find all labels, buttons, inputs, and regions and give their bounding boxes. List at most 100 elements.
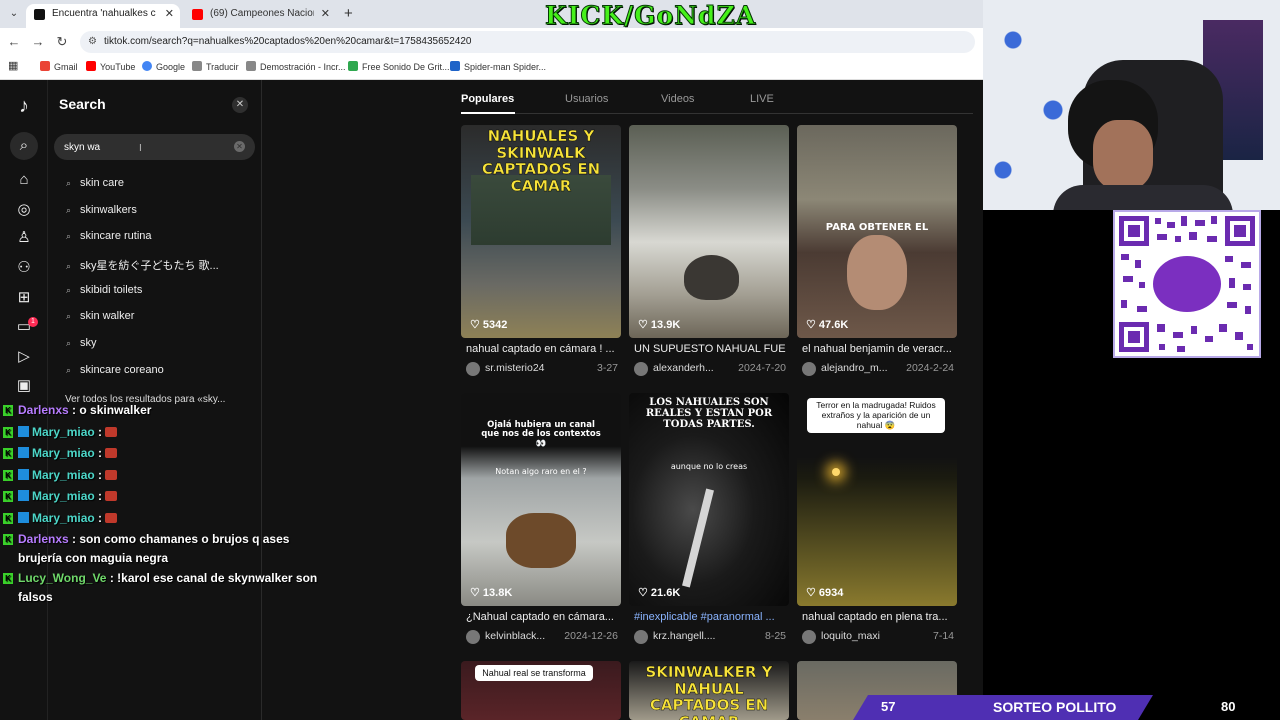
verified-badge-icon [18, 490, 29, 501]
video-thumbnail[interactable]: ♡ 13.9K [629, 125, 789, 338]
back-icon[interactable]: ← [6, 34, 22, 49]
tab-search-icon[interactable]: ⌄ [6, 6, 22, 22]
video-caption[interactable]: ¿Nahual captado en cámara... [466, 611, 618, 623]
avatar[interactable] [802, 362, 816, 376]
page-icon [246, 61, 256, 71]
video-overlay-text: LOS NAHUALES SON REALES Y ESTAN POR TODA… [645, 397, 773, 430]
suggestion-item[interactable]: ⌕ skincare rutina [66, 230, 152, 250]
clear-search-icon[interactable]: ✕ [234, 141, 245, 152]
chat-text: : [98, 489, 103, 503]
yape-qr-code [1113, 210, 1261, 358]
suggestion-item[interactable]: ⌕ skin walker [66, 310, 134, 330]
thumbnail-image [684, 255, 739, 300]
tab-tiktok-search[interactable]: Encuentra 'nahualkes captados ✕ [26, 4, 180, 28]
video-thumbnail[interactable]: Nahual real se transforma [461, 661, 621, 720]
thumbnail-image [506, 513, 576, 568]
bookmark-translate[interactable]: Traducir [192, 61, 239, 72]
tab-title: Encuentra 'nahualkes captados [52, 8, 156, 19]
search-icon[interactable]: ⌕ [10, 132, 38, 160]
close-tab-icon[interactable]: ✕ [165, 4, 174, 24]
suggestion-item[interactable]: ⌕ skibidi toilets [66, 284, 142, 304]
page-icon [450, 61, 460, 71]
following-icon[interactable]: ♙ [14, 228, 34, 248]
video-caption[interactable]: #inexplicable #paranormal ... [634, 611, 786, 623]
search-box[interactable]: I ✕ [54, 134, 255, 160]
suggestion-item[interactable]: ⌕ sky星を紡ぐ子どもたち 歌... [66, 257, 219, 277]
giveaway-count-right: 80 [1221, 699, 1236, 714]
suggestion-item[interactable]: ⌕ skin care [66, 177, 124, 197]
tiktok-logo-icon[interactable]: ♪ [14, 96, 34, 116]
avatar[interactable] [466, 362, 480, 376]
inbox-icon[interactable]: ▷ [14, 347, 34, 367]
chat-text: : [98, 446, 103, 460]
notification-badge: 1 [28, 317, 38, 327]
author-name[interactable]: krz.hangell.... [653, 630, 725, 642]
home-icon[interactable]: ⌂ [14, 170, 34, 190]
site-info-icon[interactable]: ⚙ [88, 31, 97, 53]
stream-chat-overlay: K Darlenxs : o skinwalker K Mary_miao : K M… [0, 400, 330, 607]
video-thumbnail[interactable]: SKINWALKER Y NAHUAL CAPTADOS EN CAMAR [629, 661, 789, 720]
tab-populares[interactable]: Populares [461, 93, 514, 105]
tab-youtube[interactable]: (69) Campeones Nacionales de ✕ [184, 4, 336, 28]
video-caption[interactable]: el nahual benjamin de veracr... [802, 343, 954, 355]
search-input[interactable] [64, 138, 224, 156]
kick-badge-icon: K [3, 469, 13, 481]
new-tab-icon[interactable]: + [344, 5, 353, 22]
author-name[interactable]: kelvinblack... [485, 630, 557, 642]
avatar[interactable] [466, 630, 480, 644]
video-thumbnail[interactable]: PARA OBTENER EL ♡ 47.6K [797, 125, 957, 338]
emote-icon [105, 448, 118, 458]
author-name[interactable]: alejandro_m... [821, 362, 893, 374]
video-thumbnail[interactable]: NAHUALES Y SKINWALK CAPTADOS EN CAMAR ♡ … [461, 125, 621, 338]
search-icon: ⌕ [66, 338, 72, 348]
author-name[interactable]: sr.misterio24 [485, 362, 557, 374]
friends-icon[interactable]: ⚇ [14, 258, 34, 278]
forward-icon[interactable]: → [30, 34, 46, 49]
live-icon[interactable]: ▣ [14, 376, 34, 396]
video-thumbnail[interactable]: Terror en la madrugada! Ruidos extraños … [797, 393, 957, 606]
chat-message: K Darlenxs : son como chamanes o brujos q… [0, 529, 330, 568]
suggestion-item[interactable]: ⌕ sky [66, 337, 97, 357]
search-icon: ⌕ [66, 285, 72, 295]
video-overlay-text: NAHUALES Y SKINWALK CAPTADOS EN CAMAR [481, 127, 601, 195]
video-caption[interactable]: nahual captado en plena tra... [802, 611, 954, 623]
bookmark-gmail[interactable]: Gmail [40, 61, 78, 72]
address-bar[interactable]: ⚙ tiktok.com/search?q=nahualkes%20captad… [80, 31, 975, 53]
close-search-icon[interactable]: ✕ [232, 97, 248, 113]
bookmark-spiderman[interactable]: Spider-man Spider... [450, 61, 546, 72]
close-tab-icon[interactable]: ✕ [321, 4, 330, 24]
kick-badge-icon: K [3, 534, 13, 545]
video-caption[interactable]: nahual captado en cámara ! ... [466, 343, 618, 355]
bookmark-youtube[interactable]: YouTube [86, 61, 135, 72]
video-thumbnail[interactable]: LOS NAHUALES SON REALES Y ESTAN POR TODA… [629, 393, 789, 606]
bookmark-sonido[interactable]: Free Sonido De Grit... [348, 61, 450, 72]
suggestion-item[interactable]: ⌕ skincare coreano [66, 364, 164, 384]
explore-icon[interactable]: ◎ [14, 200, 34, 220]
reload-icon[interactable]: ↻ [54, 34, 70, 50]
avatar[interactable] [802, 630, 816, 644]
search-icon: ⌕ [66, 178, 72, 188]
bookmark-demo[interactable]: Demostración - Incr... [246, 61, 346, 72]
tab-videos[interactable]: Videos [661, 93, 694, 105]
suggestion-item[interactable]: ⌕ skinwalkers [66, 204, 137, 224]
tab-usuarios[interactable]: Usuarios [565, 93, 608, 105]
streamer-face [1093, 120, 1153, 190]
apps-grid-icon[interactable]: ▦ [8, 59, 18, 72]
search-icon: ⌕ [66, 365, 72, 375]
chat-message: K Mary_miao : [0, 465, 330, 487]
video-overlay-text: SKINWALKER Y NAHUAL CAPTADOS EN CAMAR [645, 663, 773, 720]
like-count: ♡ 21.6K [638, 587, 681, 599]
video-thumbnail[interactable]: Ojalá hubiera un canal que nos de los co… [461, 393, 621, 606]
upload-icon[interactable]: ⊞ [14, 288, 34, 308]
bookmark-google[interactable]: Google [142, 61, 185, 72]
author-name[interactable]: loquito_maxi [821, 630, 893, 642]
avatar[interactable] [634, 630, 648, 644]
youtube-favicon [192, 9, 203, 20]
video-caption[interactable]: UN SUPUESTO NAHUAL FUE... [634, 343, 786, 355]
chat-text: : [98, 467, 103, 482]
avatar[interactable] [634, 362, 648, 376]
tab-live[interactable]: LIVE [750, 93, 774, 105]
author-name[interactable]: alexanderh... [653, 362, 725, 374]
stream-title: KICK/GoNdZA [544, 1, 757, 31]
video-meta: kelvinblack... 2024-12-26 [466, 629, 618, 645]
